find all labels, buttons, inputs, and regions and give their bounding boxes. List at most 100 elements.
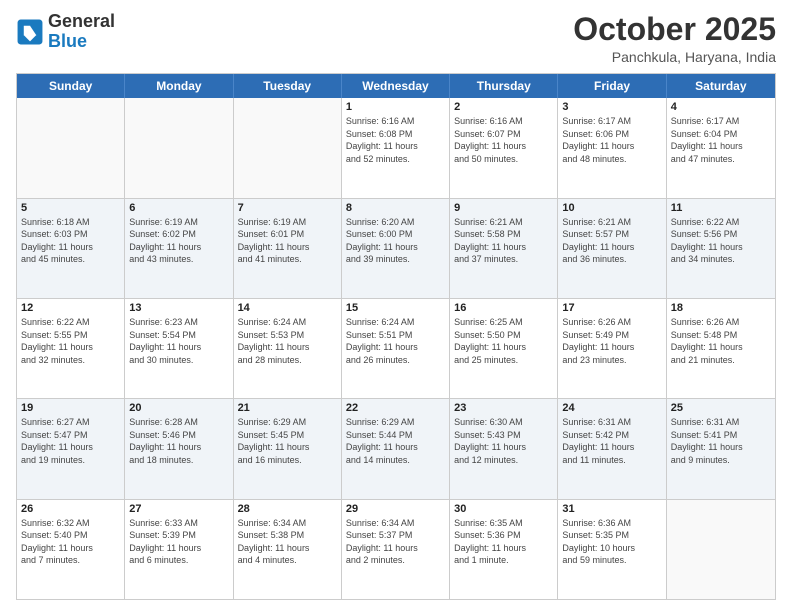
- day-number: 22: [346, 402, 445, 414]
- day-cell: 24 Sunrise: 6:31 AM Sunset: 5:42 PM Dayli…: [558, 399, 666, 498]
- location: Panchkula, Haryana, India: [573, 49, 776, 65]
- day-header: Saturday: [667, 74, 775, 98]
- calendar-body: 1 Sunrise: 6:16 AM Sunset: 6:08 PM Daylig…: [17, 98, 775, 599]
- day-cell: 20Sunrise: 6:28 AM Sunset: 5:46 PM Dayli…: [125, 399, 233, 498]
- day-cell: 18Sunrise: 6:26 AM Sunset: 5:48 PM Dayli…: [667, 299, 775, 398]
- day-info: Sunrise: 6:26 AM Sunset: 5:49 PM Dayligh…: [562, 316, 661, 366]
- day-info: Sunrise: 6:27 AM Sunset: 5:47 PM Dayligh…: [21, 416, 120, 466]
- calendar: SundayMondayTuesdayWednesdayThursdayFrid…: [16, 73, 776, 600]
- day-header: Monday: [125, 74, 233, 98]
- day-cell: 14 Sunrise: 6:24 AM Sunset: 5:53 PM Dayli…: [234, 299, 342, 398]
- day-number: 29: [346, 503, 445, 515]
- day-number: 24: [562, 402, 661, 414]
- day-info: Sunrise: 6:17 AM Sunset: 6:04 PM Dayligh…: [671, 115, 771, 165]
- day-cell: 21 Sunrise: 6:29 AM Sunset: 5:45 PM Dayli…: [234, 399, 342, 498]
- header: General Blue October 2025 Panchkula, Har…: [16, 12, 776, 65]
- day-cell: 1 Sunrise: 6:16 AM Sunset: 6:08 PM Daylig…: [342, 98, 450, 197]
- day-number: 30: [454, 503, 553, 515]
- week-row: 1 Sunrise: 6:16 AM Sunset: 6:08 PM Daylig…: [17, 98, 775, 197]
- day-cell: 6 Sunrise: 6:19 AM Sunset: 6:02 PM Daylig…: [125, 199, 233, 298]
- day-cell: [125, 98, 233, 197]
- day-cell: 16 Sunrise: 6:25 AM Sunset: 5:50 PM Dayli…: [450, 299, 558, 398]
- day-info: Sunrise: 6:16 AM Sunset: 6:07 PM Dayligh…: [454, 115, 553, 165]
- day-cell: 23 Sunrise: 6:30 AM Sunset: 5:43 PM Dayli…: [450, 399, 558, 498]
- day-cell: 22 Sunrise: 6:29 AM Sunset: 5:44 PM Dayli…: [342, 399, 450, 498]
- day-number: 7: [238, 202, 337, 214]
- day-cell: 27Sunrise: 6:33 AM Sunset: 5:39 PM Dayli…: [125, 500, 233, 599]
- day-header: Sunday: [17, 74, 125, 98]
- day-number: 16: [454, 302, 553, 314]
- day-info: Sunrise: 6:24 AM Sunset: 5:51 PM Dayligh…: [346, 316, 445, 366]
- day-info: Sunrise: 6:34 AM Sunset: 5:38 PM Dayligh…: [238, 517, 337, 567]
- day-cell: 5Sunrise: 6:18 AM Sunset: 6:03 PM Daylig…: [17, 199, 125, 298]
- day-info: Sunrise: 6:22 AM Sunset: 5:56 PM Dayligh…: [671, 216, 771, 266]
- day-info: Sunrise: 6:20 AM Sunset: 6:00 PM Dayligh…: [346, 216, 445, 266]
- month-title: October 2025: [573, 12, 776, 47]
- day-number: 2: [454, 101, 553, 113]
- day-info: Sunrise: 6:31 AM Sunset: 5:42 PM Dayligh…: [562, 416, 661, 466]
- day-cell: 11 Sunrise: 6:22 AM Sunset: 5:56 PM Dayli…: [667, 199, 775, 298]
- day-number: 11: [671, 202, 771, 214]
- day-headers: SundayMondayTuesdayWednesdayThursdayFrid…: [17, 74, 775, 98]
- day-number: 10: [562, 202, 661, 214]
- day-info: Sunrise: 6:33 AM Sunset: 5:39 PM Dayligh…: [129, 517, 228, 567]
- day-number: 8: [346, 202, 445, 214]
- day-info: Sunrise: 6:19 AM Sunset: 6:02 PM Dayligh…: [129, 216, 228, 266]
- day-number: 23: [454, 402, 553, 414]
- week-row: 19Sunrise: 6:27 AM Sunset: 5:47 PM Dayli…: [17, 398, 775, 498]
- day-number: 15: [346, 302, 445, 314]
- day-number: 6: [129, 202, 228, 214]
- logo-text: General Blue: [48, 12, 115, 52]
- day-number: 1: [346, 101, 445, 113]
- day-cell: 15 Sunrise: 6:24 AM Sunset: 5:51 PM Dayli…: [342, 299, 450, 398]
- day-cell: 4Sunrise: 6:17 AM Sunset: 6:04 PM Daylig…: [667, 98, 775, 197]
- day-info: Sunrise: 6:28 AM Sunset: 5:46 PM Dayligh…: [129, 416, 228, 466]
- week-row: 26 Sunrise: 6:32 AM Sunset: 5:40 PM Dayli…: [17, 499, 775, 599]
- day-cell: [234, 98, 342, 197]
- day-number: 17: [562, 302, 661, 314]
- day-cell: 12Sunrise: 6:22 AM Sunset: 5:55 PM Dayli…: [17, 299, 125, 398]
- day-number: 21: [238, 402, 337, 414]
- day-info: Sunrise: 6:29 AM Sunset: 5:44 PM Dayligh…: [346, 416, 445, 466]
- week-row: 5Sunrise: 6:18 AM Sunset: 6:03 PM Daylig…: [17, 198, 775, 298]
- day-info: Sunrise: 6:17 AM Sunset: 6:06 PM Dayligh…: [562, 115, 661, 165]
- day-number: 18: [671, 302, 771, 314]
- day-info: Sunrise: 6:24 AM Sunset: 5:53 PM Dayligh…: [238, 316, 337, 366]
- day-number: 3: [562, 101, 661, 113]
- day-info: Sunrise: 6:22 AM Sunset: 5:55 PM Dayligh…: [21, 316, 120, 366]
- day-cell: 30Sunrise: 6:35 AM Sunset: 5:36 PM Dayli…: [450, 500, 558, 599]
- day-cell: 17 Sunrise: 6:26 AM Sunset: 5:49 PM Dayli…: [558, 299, 666, 398]
- day-number: 13: [129, 302, 228, 314]
- day-cell: 29Sunrise: 6:34 AM Sunset: 5:37 PM Dayli…: [342, 500, 450, 599]
- day-number: 25: [671, 402, 771, 414]
- title-block: October 2025 Panchkula, Haryana, India: [573, 12, 776, 65]
- day-info: Sunrise: 6:29 AM Sunset: 5:45 PM Dayligh…: [238, 416, 337, 466]
- day-info: Sunrise: 6:16 AM Sunset: 6:08 PM Dayligh…: [346, 115, 445, 165]
- day-info: Sunrise: 6:36 AM Sunset: 5:35 PM Dayligh…: [562, 517, 661, 567]
- day-header: Thursday: [450, 74, 558, 98]
- day-cell: 25 Sunrise: 6:31 AM Sunset: 5:41 PM Dayli…: [667, 399, 775, 498]
- week-row: 12Sunrise: 6:22 AM Sunset: 5:55 PM Dayli…: [17, 298, 775, 398]
- day-info: Sunrise: 6:21 AM Sunset: 5:58 PM Dayligh…: [454, 216, 553, 266]
- day-info: Sunrise: 6:32 AM Sunset: 5:40 PM Dayligh…: [21, 517, 120, 567]
- day-header: Friday: [558, 74, 666, 98]
- day-cell: [17, 98, 125, 197]
- day-cell: 10Sunrise: 6:21 AM Sunset: 5:57 PM Dayli…: [558, 199, 666, 298]
- day-cell: [667, 500, 775, 599]
- day-number: 26: [21, 503, 120, 515]
- logo: General Blue: [16, 12, 115, 52]
- day-number: 31: [562, 503, 661, 515]
- day-cell: 28 Sunrise: 6:34 AM Sunset: 5:38 PM Dayli…: [234, 500, 342, 599]
- day-cell: 8 Sunrise: 6:20 AM Sunset: 6:00 PM Daylig…: [342, 199, 450, 298]
- day-cell: 13Sunrise: 6:23 AM Sunset: 5:54 PM Dayli…: [125, 299, 233, 398]
- day-cell: 31 Sunrise: 6:36 AM Sunset: 5:35 PM Dayli…: [558, 500, 666, 599]
- day-info: Sunrise: 6:18 AM Sunset: 6:03 PM Dayligh…: [21, 216, 120, 266]
- day-number: 14: [238, 302, 337, 314]
- day-info: Sunrise: 6:31 AM Sunset: 5:41 PM Dayligh…: [671, 416, 771, 466]
- day-cell: 3 Sunrise: 6:17 AM Sunset: 6:06 PM Daylig…: [558, 98, 666, 197]
- day-number: 28: [238, 503, 337, 515]
- day-info: Sunrise: 6:25 AM Sunset: 5:50 PM Dayligh…: [454, 316, 553, 366]
- day-header: Tuesday: [234, 74, 342, 98]
- day-info: Sunrise: 6:30 AM Sunset: 5:43 PM Dayligh…: [454, 416, 553, 466]
- day-cell: 9Sunrise: 6:21 AM Sunset: 5:58 PM Daylig…: [450, 199, 558, 298]
